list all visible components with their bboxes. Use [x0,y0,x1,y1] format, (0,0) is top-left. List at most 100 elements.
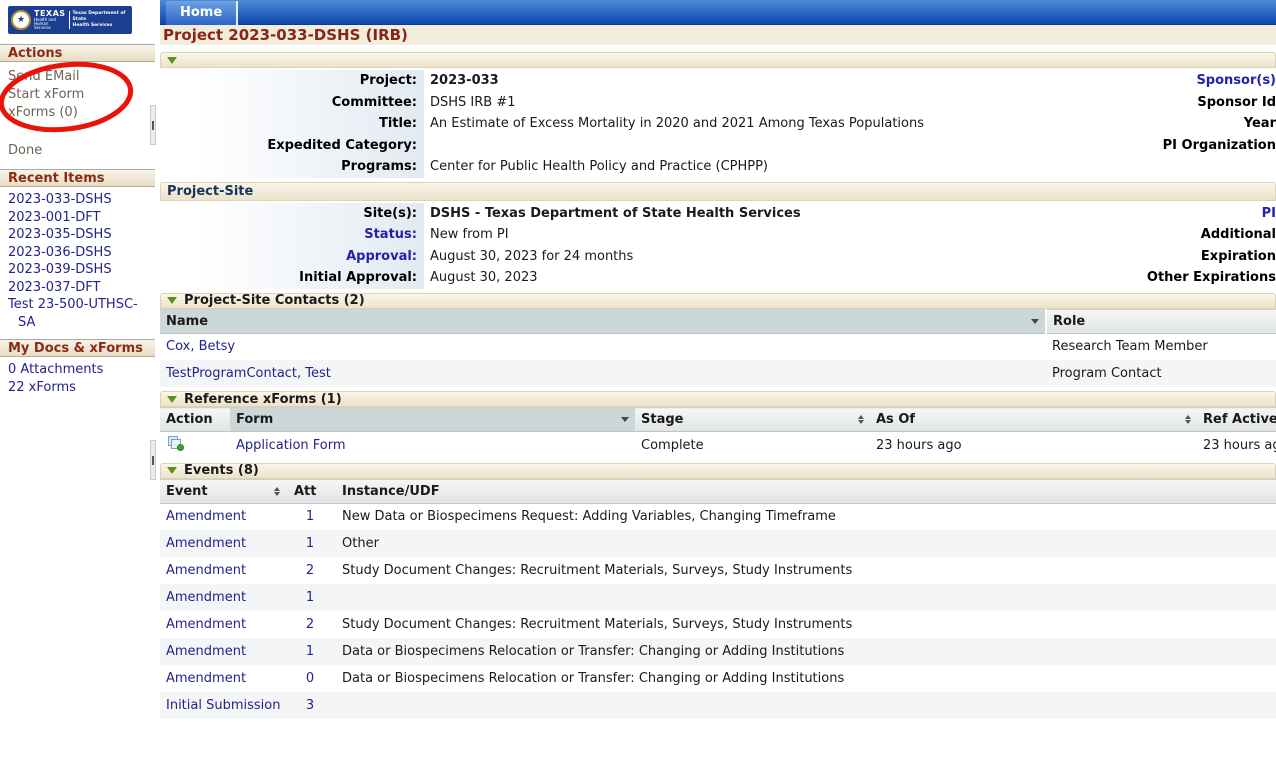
contacts-column-role[interactable]: Role [1046,309,1276,333]
xforms-column-as-of[interactable]: As Of [870,408,1197,432]
field-value: August 30, 2023 for 24 months [424,246,633,268]
my-xforms-link[interactable]: 22 xForms [0,379,155,397]
field-label-approval[interactable]: Approval: [160,246,424,268]
top-nav-bar: Home [160,0,1276,25]
event-instance: Study Document Changes: Recruitment Mate… [334,557,1276,584]
field-value: New from PI [424,224,509,246]
application-form-link[interactable]: Application Form [236,438,346,453]
contact-role: Program Contact [1046,360,1276,387]
field-label: Expedited Category: [160,135,424,157]
field-label-status[interactable]: Status: [160,224,424,246]
field-label-other-expirations: Other Expirations [1147,267,1276,289]
xforms-count-link[interactable]: xForms (0) [0,104,155,122]
event-instance [334,692,1276,719]
panel-splitter-handle[interactable] [150,105,156,145]
event-att-count: 1 [286,584,334,611]
event-att-count: 2 [286,611,334,638]
event-link[interactable]: Amendment [166,509,246,524]
events-column-instance[interactable]: Instance/UDF [334,479,1276,503]
event-instance: New Data or Biospecimens Request: Adding… [334,503,1276,530]
field-label: Programs: [160,156,424,178]
field-row: Approval: August 30, 2023 for 24 months … [160,246,1276,268]
field-label: Project: [160,70,424,92]
recent-item[interactable]: 2023-001-DFT [0,209,155,227]
event-instance: Study Document Changes: Recruitment Mate… [334,611,1276,638]
copy-xform-icon[interactable] [168,436,184,451]
recent-item[interactable]: 2023-036-DSHS [0,244,155,262]
field-value: DSHS IRB #1 [424,92,516,114]
logo-divider [69,11,70,29]
recent-item[interactable]: Test 23-500-UTHSC-SA [0,296,155,331]
events-section-header[interactable]: Events (8) [160,463,1276,479]
xforms-column-ref-active[interactable]: Ref Active [1197,408,1276,432]
project-section-collapse-bar[interactable] [160,52,1276,68]
event-link[interactable]: Amendment [166,671,246,686]
xform-as-of: 23 hours ago [870,432,1197,459]
done-link[interactable]: Done [0,142,155,160]
table-row: Amendment 0 Data or Biospecimens Relocat… [160,665,1276,692]
field-row: Status: New from PI Additional [160,224,1276,246]
event-link[interactable]: Amendment [166,536,246,551]
sort-toggle-icon [1185,415,1191,424]
event-link[interactable]: Amendment [166,590,246,605]
xforms-column-action[interactable]: Action [160,408,230,432]
panel-splitter-handle[interactable] [150,440,156,480]
tab-home[interactable]: Home [166,1,238,25]
event-link[interactable]: Amendment [166,644,246,659]
logo-org-sub2: Services [34,26,66,30]
contacts-section-header[interactable]: Project-Site Contacts (2) [160,293,1276,309]
send-email-link[interactable]: Send EMail [0,68,155,86]
event-link[interactable]: Amendment [166,563,246,578]
field-label: Initial Approval: [160,267,424,289]
event-link[interactable]: Amendment [166,617,246,632]
field-label-sponsors[interactable]: Sponsor(s) [1196,70,1276,92]
event-att-count: 2 [286,557,334,584]
collapse-triangle-icon [167,297,177,304]
event-instance: Data or Biospecimens Relocation or Trans… [334,665,1276,692]
xform-stage: Complete [635,432,870,459]
contact-role: Research Team Member [1046,333,1276,360]
event-att-count: 1 [286,503,334,530]
logo-dept-line1: Texas Department of State [73,11,129,23]
sort-toggle-icon [858,415,864,424]
project-site-section-header: Project-Site [160,182,1276,201]
events-column-event[interactable]: Event [160,479,286,503]
sort-toggle-icon [274,487,280,496]
field-row: Project: 2023-033 Sponsor(s) [160,70,1276,92]
xforms-column-form[interactable]: Form [230,408,635,432]
recent-items-header: Recent Items [0,169,155,187]
contacts-column-name[interactable]: Name [160,309,1046,333]
field-label-pi[interactable]: PI [1262,203,1276,225]
field-value: Center for Public Health Policy and Prac… [424,156,768,178]
project-detail-fields: Project: 2023-033 Sponsor(s) Committee: … [160,68,1276,178]
field-value: DSHS - Texas Department of State Health … [424,203,801,225]
event-instance: Other [334,530,1276,557]
contact-name-link[interactable]: Cox, Betsy [166,339,235,354]
attachments-link[interactable]: 0 Attachments [0,361,155,379]
event-att-count: 1 [286,638,334,665]
ref-xforms-section-header[interactable]: Reference xForms (1) [160,391,1276,407]
event-att-count: 1 [286,530,334,557]
start-xform-link[interactable]: Start xForm [0,86,155,104]
texas-hhs-logo: ★ TEXAS Health and Human Services Texas … [8,6,132,34]
table-row: Amendment 1 Data or Biospecimens Relocat… [160,638,1276,665]
field-value: August 30, 2023 [424,267,538,289]
recent-item[interactable]: 2023-035-DSHS [0,226,155,244]
field-row: Initial Approval: August 30, 2023 Other … [160,267,1276,289]
field-label: Site(s): [160,203,424,225]
project-site-fields: Site(s): DSHS - Texas Department of Stat… [160,201,1276,289]
field-value: 2023-033 [424,70,499,92]
recent-item[interactable]: 2023-033-DSHS [0,191,155,209]
xforms-column-stage[interactable]: Stage [635,408,870,432]
events-column-att[interactable]: Att [286,479,334,503]
my-docs-xforms-header: My Docs & xForms [0,339,155,357]
recent-item[interactable]: 2023-039-DSHS [0,261,155,279]
event-link[interactable]: Initial Submission [166,698,280,713]
recent-item[interactable]: 2023-037-DFT [0,279,155,297]
texas-seal-icon: ★ [11,10,31,30]
contacts-table: Name Role Cox, Betsy Research Team Membe… [160,309,1276,388]
contact-name-link[interactable]: TestProgramContact, Test [166,366,331,381]
actions-header: Actions [0,44,155,62]
xform-ref-active: 23 hours ago [1197,432,1276,459]
field-label-additional: Additional [1201,224,1276,246]
